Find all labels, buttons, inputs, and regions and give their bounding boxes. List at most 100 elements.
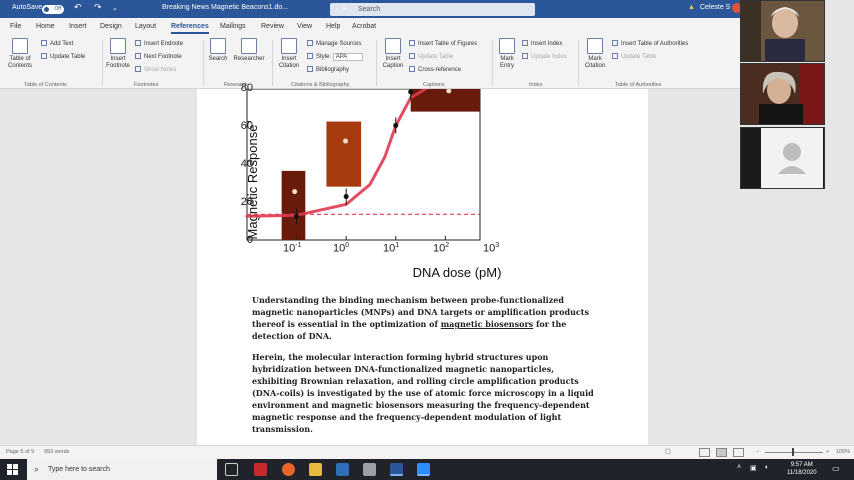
manage-sources-icon — [307, 40, 313, 46]
paragraph-2[interactable]: Herein, the molecular interaction formin… — [252, 351, 597, 435]
outlook-icon[interactable] — [336, 463, 349, 476]
tab-home[interactable]: Home — [36, 23, 55, 30]
link-magnetic-biosensors[interactable]: magnetic biosensors — [441, 319, 533, 329]
autosave-toggle[interactable]: Off — [42, 5, 64, 14]
file-explorer-icon[interactable] — [309, 463, 322, 476]
insert-endnote-button[interactable]: Insert Endnote — [135, 40, 183, 47]
refresh-icon — [41, 53, 47, 59]
redo-icon[interactable]: ↷ — [94, 2, 102, 13]
firefox-icon[interactable] — [282, 463, 295, 476]
group-label-index: Index — [529, 82, 543, 88]
read-mode-button[interactable] — [699, 448, 710, 457]
insert-index-button[interactable]: Insert Index — [522, 40, 562, 47]
tab-file[interactable]: File — [10, 23, 21, 30]
toc-icon — [12, 38, 28, 54]
cross-reference-button[interactable]: Cross-reference — [409, 66, 461, 73]
tab-help[interactable]: Help — [326, 23, 340, 30]
participant-placeholder-icon — [741, 128, 824, 188]
insert-table-of-figures-button[interactable]: Insert Table of Figures — [409, 40, 477, 47]
tab-mailings[interactable]: Mailings — [220, 23, 246, 30]
web-layout-button[interactable] — [733, 448, 744, 457]
smart-lookup-button[interactable]: Search — [207, 38, 229, 63]
data-point — [343, 194, 349, 200]
user-name[interactable]: Celeste S — [700, 4, 730, 11]
researcher-button[interactable]: Researcher — [232, 38, 266, 63]
tab-view[interactable]: View — [297, 23, 312, 30]
video-tile-1[interactable] — [740, 0, 825, 62]
zoom-app-icon[interactable] — [417, 463, 430, 476]
group-separator — [578, 40, 579, 86]
video-tile-2[interactable] — [740, 63, 825, 125]
update-table-button[interactable]: Update Table — [41, 53, 85, 60]
afm-particle — [292, 189, 298, 195]
document-page[interactable]: Magnetic Response 0 20 40 60 80 10-1 100… — [197, 82, 648, 445]
data-point — [294, 213, 300, 219]
manage-sources-button[interactable]: Manage Sources — [307, 40, 361, 47]
tab-review[interactable]: Review — [261, 23, 284, 30]
next-footnote-button[interactable]: Next Footnote — [135, 53, 182, 60]
participant-video — [741, 64, 824, 124]
tab-references[interactable]: References — [171, 23, 209, 34]
undo-icon[interactable]: ↶ — [74, 2, 82, 13]
page-count[interactable]: Page 5 of 9 — [6, 449, 34, 455]
afm-inset-image — [326, 121, 362, 187]
customize-qat-icon[interactable]: ⌄ — [112, 4, 118, 12]
document-title[interactable]: Breaking News Magnetic Beacons1.do... — [162, 4, 288, 11]
document-area[interactable]: Magnetic Response 0 20 40 60 80 10-1 100… — [0, 82, 740, 445]
zoom-slider[interactable] — [765, 452, 823, 453]
insert-caption-button[interactable]: Insert Caption — [379, 38, 407, 70]
zoom-slider-thumb[interactable] — [792, 448, 794, 456]
acrobat-icon[interactable] — [254, 463, 267, 476]
notifications-icon[interactable]: ▭ — [832, 464, 840, 473]
task-view-icon[interactable] — [225, 463, 238, 476]
y-tick-label: 80 — [240, 82, 253, 94]
tab-acrobat[interactable]: Acrobat — [352, 23, 376, 30]
update-index-button[interactable]: Update Index — [522, 53, 567, 60]
mark-citation-icon — [587, 38, 603, 54]
ribbon: Table of Contents Add Text Update Table … — [0, 35, 740, 89]
table-of-contents-button[interactable]: Table of Contents — [4, 38, 36, 70]
print-layout-button[interactable] — [716, 448, 727, 457]
windows-start-icon[interactable] — [7, 464, 18, 475]
status-bar: Page 5 of 9 993 words ◻ − + 100% — [0, 445, 854, 459]
network-icon[interactable]: ▣ — [750, 464, 757, 472]
insert-toa-button[interactable]: Insert Table of Authorities — [612, 40, 688, 47]
bibliography-button[interactable]: Bibliography — [307, 66, 349, 73]
tab-insert[interactable]: Insert — [69, 23, 87, 30]
show-notes-button[interactable]: Show Notes — [135, 66, 176, 73]
taskbar-search[interactable]: Type here to search — [27, 459, 217, 480]
style-select[interactable]: Style: APA — [307, 53, 363, 61]
video-tile-3[interactable] — [740, 127, 825, 189]
zoom-in-icon[interactable]: + — [826, 449, 829, 455]
tab-layout[interactable]: Layout — [135, 23, 156, 30]
zoom-out-icon[interactable]: − — [756, 449, 759, 455]
tab-design[interactable]: Design — [100, 23, 122, 30]
next-footnote-icon — [135, 53, 141, 59]
search-icon — [210, 38, 226, 54]
zoom-level[interactable]: 100% — [836, 449, 850, 455]
update-table-figures-button[interactable]: Update Table — [409, 53, 453, 60]
search-box[interactable]: Search — [330, 3, 535, 16]
group-separator — [376, 40, 377, 86]
y-tick-label: 40 — [240, 158, 253, 170]
search-icon: ⌕ — [342, 3, 347, 12]
app-icon[interactable] — [363, 463, 376, 476]
focus-icon[interactable]: ◻ — [665, 447, 671, 455]
update-toa-button[interactable]: Update Table — [612, 53, 656, 60]
word-icon[interactable] — [390, 463, 403, 476]
word-count[interactable]: 993 words — [44, 449, 69, 455]
group-label-footnotes: Footnotes — [134, 82, 159, 88]
volume-icon[interactable]: ◖ — [764, 464, 768, 471]
mark-citation-button[interactable]: Mark Citation — [581, 38, 609, 70]
add-text-button[interactable]: Add Text — [41, 40, 73, 47]
data-point — [393, 122, 399, 128]
chevron-up-icon[interactable]: ˄ — [737, 464, 741, 471]
clock[interactable]: 9:57 AM 11/18/2020 — [787, 461, 817, 477]
insert-footnote-button[interactable]: Insert Footnote — [104, 38, 132, 70]
refresh-icon — [409, 53, 415, 59]
endnote-icon — [135, 40, 141, 46]
mark-entry-button[interactable]: Mark Entry — [495, 38, 519, 70]
insert-citation-button[interactable]: Insert Citation — [275, 38, 303, 70]
paragraph-1[interactable]: Understanding the binding mechanism betw… — [252, 294, 597, 342]
group-label-toc: Table of Contents — [24, 82, 67, 88]
